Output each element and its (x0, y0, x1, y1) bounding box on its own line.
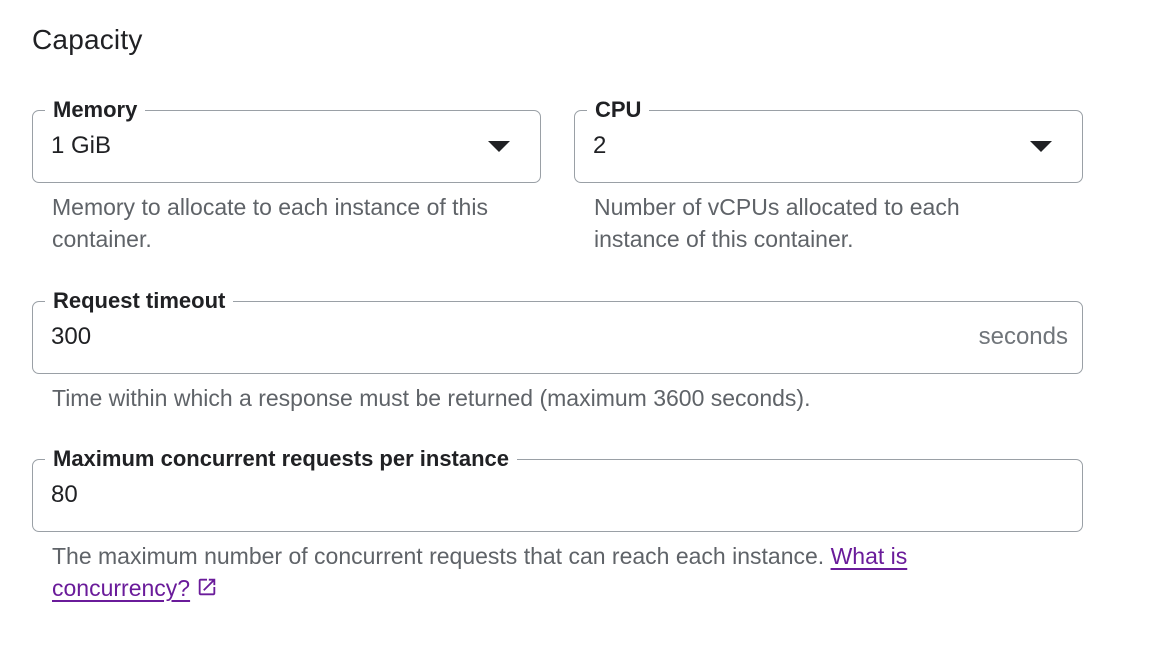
open-in-new-icon[interactable] (196, 574, 218, 606)
cpu-value: 2 (593, 132, 607, 159)
dropdown-arrow-icon[interactable] (1030, 141, 1052, 152)
request-timeout-input[interactable]: Request timeout 300 seconds (32, 288, 1083, 374)
request-timeout-label: Request timeout (45, 288, 234, 314)
max-concurrent-requests-value[interactable]: 80 (51, 480, 78, 510)
section-title: Capacity (32, 24, 143, 55)
max-concurrent-helper-body: The maximum number of concurrent request… (52, 543, 831, 569)
seconds-suffix: seconds (978, 323, 1068, 350)
memory-value: 1 GiB (51, 132, 112, 159)
memory-helper-text: Memory to allocate to each instance of t… (52, 194, 488, 252)
memory-label: Memory (45, 97, 146, 123)
max-concurrent-requests-label: Maximum concurrent requests per instance (45, 446, 518, 472)
cpu-label: CPU (587, 97, 650, 123)
request-timeout-value[interactable]: 300 (51, 322, 91, 352)
cpu-helper-text: Number of vCPUs allocated to each instan… (594, 194, 960, 252)
max-concurrent-helper-text: The maximum number of concurrent request… (52, 540, 1012, 606)
memory-select[interactable]: Memory 1 GiB (32, 97, 541, 183)
cpu-select[interactable]: CPU 2 (574, 97, 1083, 183)
dropdown-arrow-icon[interactable] (488, 141, 510, 152)
request-timeout-helper-text: Time within which a response must be ret… (52, 385, 811, 411)
max-concurrent-requests-input[interactable]: Maximum concurrent requests per instance… (32, 446, 1083, 532)
